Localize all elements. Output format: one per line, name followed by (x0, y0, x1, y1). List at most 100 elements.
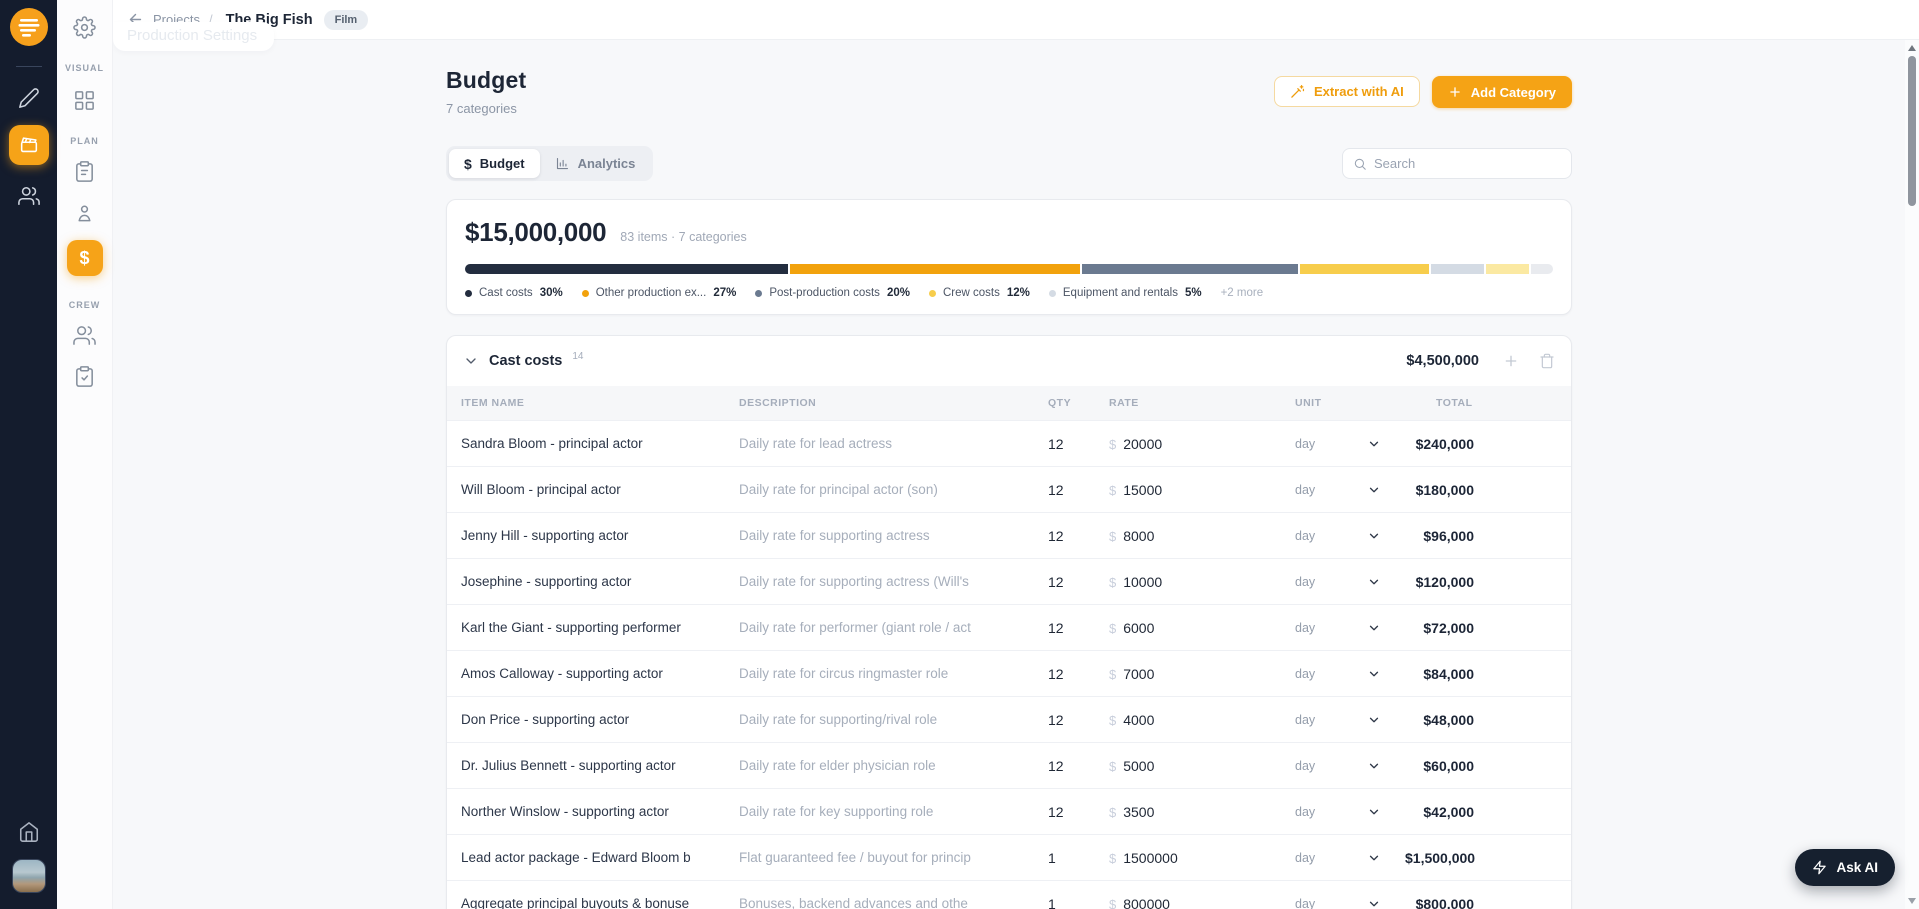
chevron-down-icon (1369, 717, 1379, 722)
rate-cell[interactable]: $10000 (1109, 574, 1295, 590)
item-name-cell[interactable]: Lead actor package - Edward Bloom b (461, 850, 739, 865)
qty-cell[interactable]: 12 (1048, 666, 1109, 682)
unit-select[interactable]: day (1295, 759, 1405, 773)
budget-tool-active[interactable]: $ (66, 240, 103, 276)
description-cell[interactable]: Daily rate for elder physician role (739, 758, 1048, 773)
budget-summary-card: $15,000,000 83 items · 7 categories Cast… (446, 199, 1572, 315)
unit-select[interactable]: day (1295, 805, 1405, 819)
description-cell[interactable]: Daily rate for supporting actress (739, 528, 1048, 543)
rate-cell[interactable]: $5000 (1109, 758, 1295, 774)
item-name-cell[interactable]: Don Price - supporting actor (461, 712, 739, 727)
description-cell[interactable]: Daily rate for performer (giant role / a… (739, 620, 1048, 635)
item-name-cell[interactable]: Josephine - supporting actor (461, 574, 739, 589)
category-card-cast-costs: Cast costs 14 $4,500,000 ITEM NAME DESCRI… (446, 335, 1572, 909)
clipboard-check-icon[interactable] (73, 365, 96, 388)
unit-select[interactable]: day (1295, 851, 1405, 865)
unit-select[interactable]: day (1295, 621, 1405, 635)
tab-analytics[interactable]: Analytics (540, 149, 651, 178)
extract-with-ai-button[interactable]: Extract with AI (1273, 76, 1420, 107)
app-logo[interactable] (9, 8, 48, 46)
crew-people-icon[interactable] (73, 324, 96, 347)
tab-budget[interactable]: $ Budget (449, 149, 540, 178)
legend-label: Crew costs (942, 287, 1000, 299)
qty-cell[interactable]: 12 (1048, 620, 1109, 636)
legend-percent: 27% (713, 287, 737, 299)
rate-cell[interactable]: $20000 (1109, 436, 1295, 452)
description-cell[interactable]: Daily rate for key supporting role (739, 804, 1048, 819)
description-cell[interactable]: Flat guaranteed fee / buyout for princip (739, 850, 1048, 865)
ask-ai-button[interactable]: Ask AI (1795, 849, 1895, 886)
legend-more[interactable]: +2 more (1221, 287, 1264, 299)
unit-select[interactable]: day (1295, 575, 1405, 589)
chevron-down-icon (1369, 533, 1379, 538)
search-input[interactable] (1374, 156, 1561, 171)
chevron-down-icon[interactable] (463, 353, 479, 369)
currency-symbol: $ (1109, 666, 1117, 682)
unit-value: day (1295, 896, 1316, 909)
qty-cell[interactable]: 1 (1048, 850, 1109, 866)
people-nav-icon[interactable] (17, 185, 40, 207)
description-cell[interactable]: Daily rate for supporting actress (Will'… (739, 574, 1048, 589)
settings-gear-icon[interactable] (73, 16, 96, 39)
item-name-cell[interactable]: Aggregate principal buyouts & bonuse (461, 896, 739, 909)
description-cell[interactable]: Daily rate for supporting/rival role (739, 712, 1048, 727)
item-name-cell[interactable]: Dr. Julius Bennett - supporting actor (461, 758, 739, 773)
description-cell[interactable]: Daily rate for circus ringmaster role (739, 666, 1048, 681)
rate-cell[interactable]: $15000 (1109, 482, 1295, 498)
qty-cell[interactable]: 12 (1048, 482, 1109, 498)
unit-select[interactable]: day (1295, 437, 1405, 451)
add-category-button[interactable]: Add Category (1431, 76, 1572, 108)
vertical-scrollbar (1905, 40, 1919, 909)
qty-cell[interactable]: 12 (1048, 574, 1109, 590)
table-row: Norther Winslow - supporting actor Daily … (447, 788, 1571, 834)
table-row: Jenny Hill - supporting actor Daily rate … (447, 512, 1571, 558)
scroll-up-arrow[interactable] (1908, 45, 1916, 51)
rate-cell[interactable]: $800000 (1109, 896, 1295, 909)
rate-cell[interactable]: $7000 (1109, 666, 1295, 682)
bar-segment (1486, 264, 1530, 274)
clipboard-list-icon[interactable] (73, 160, 96, 183)
description-cell[interactable]: Daily rate for principal actor (son) (739, 482, 1048, 497)
legend-item: Equipment and rentals 5% (1048, 287, 1202, 299)
write-pencil-icon[interactable] (18, 87, 40, 109)
back-arrow-icon[interactable] (127, 11, 144, 28)
item-name-cell[interactable]: Karl the Giant - supporting performer (461, 620, 739, 635)
home-icon[interactable] (18, 821, 40, 843)
search-box[interactable] (1342, 148, 1572, 179)
item-name-cell[interactable]: Norther Winslow - supporting actor (461, 804, 739, 819)
qty-cell[interactable]: 12 (1048, 528, 1109, 544)
item-name-cell[interactable]: Jenny Hill - supporting actor (461, 528, 739, 543)
item-name-cell[interactable]: Amos Calloway - supporting actor (461, 666, 739, 681)
add-item-icon[interactable] (1503, 353, 1519, 369)
user-avatar[interactable] (11, 859, 46, 893)
item-name-cell[interactable]: Sandra Bloom - principal actor (461, 436, 739, 451)
unit-select[interactable]: day (1295, 529, 1405, 543)
rate-cell[interactable]: $4000 (1109, 712, 1295, 728)
scrollbar-thumb[interactable] (1908, 56, 1916, 206)
rate-cell[interactable]: $6000 (1109, 620, 1295, 636)
total-cell: $42,000 (1423, 803, 1474, 820)
qty-cell[interactable]: 12 (1048, 804, 1109, 820)
production-tool-active[interactable] (8, 125, 49, 165)
bar-segment (1082, 264, 1298, 274)
unit-select[interactable]: day (1295, 897, 1405, 909)
unit-select[interactable]: day (1295, 483, 1405, 497)
rate-cell[interactable]: $1500000 (1109, 850, 1295, 866)
rate-cell[interactable]: $8000 (1109, 528, 1295, 544)
scroll-down-arrow[interactable] (1908, 898, 1916, 904)
qty-cell[interactable]: 12 (1048, 712, 1109, 728)
location-person-icon[interactable] (73, 201, 96, 224)
description-cell[interactable]: Daily rate for lead actress (739, 436, 1048, 451)
delete-category-icon[interactable] (1539, 353, 1555, 369)
qty-cell[interactable]: 1 (1048, 896, 1109, 909)
breadcrumb-projects-link[interactable]: Projects (153, 12, 200, 27)
description-cell[interactable]: Bonuses, backend advances and othe (739, 896, 1048, 909)
unit-select[interactable]: day (1295, 713, 1405, 727)
qty-cell[interactable]: 12 (1048, 436, 1109, 452)
grid-board-icon[interactable] (73, 89, 96, 112)
unit-select[interactable]: day (1295, 667, 1405, 681)
qty-cell[interactable]: 12 (1048, 758, 1109, 774)
rate-cell[interactable]: $3500 (1109, 804, 1295, 820)
bar-segment (789, 264, 1081, 274)
item-name-cell[interactable]: Will Bloom - principal actor (461, 482, 739, 497)
